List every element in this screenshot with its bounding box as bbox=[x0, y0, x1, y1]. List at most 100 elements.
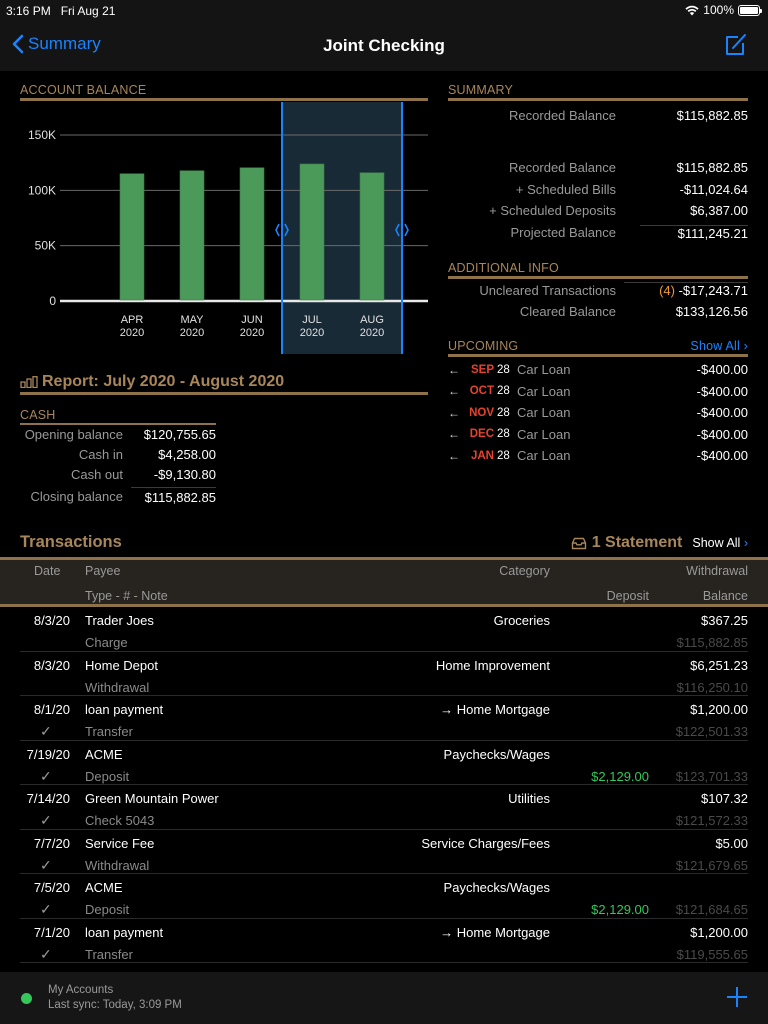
wifi-icon bbox=[685, 5, 699, 15]
report-section: Report: July 2020 - August 2020 bbox=[20, 373, 428, 395]
col-payee[interactable]: Payee bbox=[85, 564, 120, 578]
tx-payee: Green Mountain Power bbox=[85, 791, 219, 806]
upcoming-day: 28 bbox=[497, 406, 510, 419]
col-deposit[interactable]: Deposit bbox=[607, 589, 649, 603]
upcoming-item[interactable]: ← NOV 28 Car Loan -$400.00 bbox=[448, 402, 748, 424]
summary-row: + Scheduled Deposits $6,387.00 bbox=[489, 203, 748, 219]
transaction-row[interactable]: 8/3/20 Home Depot Withdrawal Home Improveme… bbox=[20, 652, 748, 696]
tx-category: Service Charges/Fees bbox=[421, 835, 550, 851]
upcoming-name: Car Loan bbox=[517, 383, 571, 399]
transaction-row[interactable]: 7/7/20 ✓ Service Fee Withdrawal Service Char… bbox=[20, 830, 748, 874]
accounts-label[interactable]: My Accounts bbox=[48, 984, 113, 996]
upcoming-day: 28 bbox=[497, 449, 510, 462]
col-date[interactable]: Date bbox=[34, 564, 60, 578]
transaction-row[interactable]: 7/14/20 ✓ Green Mountain Power Check 5043 Ut… bbox=[20, 785, 748, 830]
bar-chart-icon bbox=[20, 376, 38, 388]
tx-type: Withdrawal bbox=[85, 857, 150, 873]
upcoming-item[interactable]: ← SEP 28 Car Loan -$400.00 bbox=[448, 359, 748, 381]
summary-section: SUMMARY Recorded Balance $115,882.85 Rec… bbox=[448, 83, 748, 467]
upcoming-item[interactable]: ← OCT 28 Car Loan -$400.00 bbox=[448, 380, 748, 402]
cleared-check-icon[interactable]: ✓ bbox=[40, 901, 52, 918]
cleared-check-icon[interactable]: ✓ bbox=[40, 723, 52, 740]
transaction-row[interactable]: 7/1/20 ✓ loan payment Transfer → Home Mortga… bbox=[20, 919, 748, 963]
tray-icon bbox=[571, 537, 586, 549]
tx-type: Withdrawal bbox=[85, 679, 150, 695]
account-balance-header: ACCOUNT BALANCE bbox=[20, 83, 428, 101]
edit-button[interactable] bbox=[724, 33, 748, 62]
upcoming-name: Car Loan bbox=[517, 448, 571, 464]
cash-section: CASH Opening balance $120,755.65 Cash in $… bbox=[20, 408, 216, 508]
transaction-row[interactable]: 8/3/20 Trader Joes Charge Groceries $367.25 $… bbox=[20, 607, 748, 652]
nav-bar: Summary Joint Checking bbox=[0, 22, 768, 71]
page-title: Joint Checking bbox=[323, 36, 445, 55]
arrow-left-icon: ← bbox=[448, 384, 460, 399]
upcoming-item[interactable]: ← JAN 28 Car Loan -$400.00 bbox=[448, 445, 748, 467]
bar-apr-2020 bbox=[119, 173, 145, 301]
tx-type: Check 5043 bbox=[85, 813, 155, 828]
bottom-toolbar: My Accounts Last sync: Today, 3:09 PM bbox=[0, 972, 768, 1024]
transactions-header: Transactions 1 Statement Show All › bbox=[20, 531, 748, 555]
upcoming-amount: -$400.00 bbox=[696, 448, 748, 464]
summary-row: + Scheduled Bills -$11,024.64 bbox=[515, 181, 748, 197]
add-transaction-button[interactable] bbox=[726, 986, 748, 1013]
tx-payee: ACME bbox=[85, 746, 123, 762]
upcoming-name: Car Loan bbox=[517, 362, 571, 378]
uncleared-count: (4) bbox=[659, 283, 675, 299]
cleared-check-icon[interactable]: ✓ bbox=[40, 768, 52, 785]
sync-status-icon bbox=[21, 993, 32, 1004]
tx-date: 8/1/20 bbox=[33, 702, 70, 717]
additional-info-header: ADDITIONAL INFO bbox=[448, 261, 748, 280]
x-tick-label: 2020 bbox=[120, 327, 144, 339]
tx-category: Home Improvement bbox=[435, 657, 550, 673]
report-title[interactable]: Report: July 2020 - August 2020 bbox=[20, 373, 428, 395]
upcoming-show-all-link[interactable]: Show All › bbox=[690, 339, 748, 353]
col-balance[interactable]: Balance bbox=[703, 589, 748, 603]
tx-withdrawal: $6,251.23 bbox=[690, 657, 748, 673]
upcoming-month: DEC bbox=[469, 428, 494, 441]
transaction-row[interactable]: 7/5/20 ✓ ACME Deposit Paychecks/Wages $2,129.… bbox=[20, 874, 748, 919]
tx-category: → Home Mortgage bbox=[440, 924, 550, 940]
cleared-balance-row: Cleared Balance $133,126.56 bbox=[519, 304, 748, 320]
tx-withdrawal: $5.00 bbox=[715, 835, 748, 851]
y-tick-label: 100K bbox=[28, 183, 56, 197]
tx-balance: $121,684.65 bbox=[675, 902, 748, 917]
transaction-row[interactable]: 8/1/20 ✓ loan payment Transfer → Home Mortga… bbox=[20, 696, 748, 741]
last-sync-label: Last sync: Today, 3:09 PM bbox=[48, 999, 182, 1011]
upcoming-item[interactable]: ← DEC 28 Car Loan -$400.00 bbox=[448, 424, 748, 446]
statement-button[interactable]: 1 Statement bbox=[571, 534, 682, 552]
tx-date: 7/19/20 bbox=[26, 746, 70, 762]
tx-date: 7/1/20 bbox=[33, 924, 70, 940]
arrow-left-icon: ← bbox=[448, 405, 460, 420]
col-type-note[interactable]: Type - # - Note bbox=[85, 589, 168, 603]
col-withdrawal[interactable]: Withdrawal bbox=[686, 564, 748, 578]
plus-icon bbox=[727, 987, 747, 1007]
tx-balance: $123,701.33 bbox=[675, 768, 748, 784]
upcoming-month: OCT bbox=[469, 385, 494, 398]
cleared-check-icon[interactable]: ✓ bbox=[40, 857, 52, 874]
tx-type: Charge bbox=[85, 635, 128, 650]
tx-deposit: $2,129.00 bbox=[591, 768, 649, 784]
summary-row: Recorded Balance $115,882.85 bbox=[509, 160, 748, 176]
uncleared-transactions-row[interactable]: Uncleared Transactions (4) -$17,243.71 bbox=[448, 279, 748, 301]
battery-icon bbox=[738, 4, 762, 16]
cleared-check-icon[interactable]: ✓ bbox=[40, 946, 52, 963]
arrow-left-icon: ← bbox=[448, 427, 460, 442]
cash-row: Cash in $4,258.00 bbox=[78, 447, 216, 463]
tx-category: Paychecks/Wages bbox=[443, 880, 550, 895]
cleared-check-icon[interactable]: ✓ bbox=[40, 812, 52, 829]
account-balance-chart[interactable]: 050K100K150KAPR2020MAY2020JUN2020JUL2020… bbox=[20, 102, 428, 357]
tx-balance: $122,501.33 bbox=[675, 724, 748, 739]
tx-deposit: $2,129.00 bbox=[591, 902, 649, 917]
status-time: 3:16 PM Fri Aug 21 bbox=[6, 4, 116, 18]
account-balance-section: ACCOUNT BALANCE bbox=[20, 83, 428, 101]
upcoming-amount: -$400.00 bbox=[696, 362, 748, 378]
upcoming-name: Car Loan bbox=[517, 426, 571, 442]
status-bar: 3:16 PM Fri Aug 21 100% bbox=[0, 0, 768, 22]
y-tick-label: 150K bbox=[28, 128, 56, 142]
summary-header: SUMMARY bbox=[448, 83, 748, 101]
compose-icon bbox=[726, 34, 746, 55]
col-category[interactable]: Category bbox=[499, 564, 550, 578]
transaction-row[interactable]: 7/19/20 ✓ ACME Deposit Paychecks/Wages $2,129… bbox=[20, 741, 748, 785]
transactions-show-all-link[interactable]: Show All › bbox=[692, 536, 748, 550]
tx-payee: Service Fee bbox=[85, 835, 155, 851]
